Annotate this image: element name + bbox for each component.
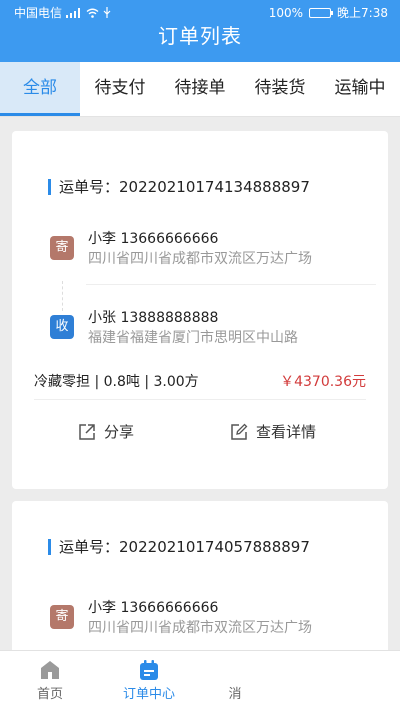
sender-address: 四川省四川省成都市双流区万达广场 bbox=[88, 251, 312, 267]
waybill-accent-bar bbox=[48, 538, 51, 555]
edit-icon bbox=[231, 423, 248, 440]
view-details-button[interactable]: 查看详情 bbox=[230, 421, 316, 442]
order-card[interactable]: 运单号： 20220210174134888897 寄 小李 136666666… bbox=[12, 131, 388, 489]
receiver-info: 收 小张 13888888888 福建省福建省厦门市思明区中山路 bbox=[50, 307, 380, 349]
divider bbox=[86, 284, 376, 285]
nav-order-center[interactable]: 订单中心 bbox=[104, 659, 194, 702]
waybill-row: 运单号： 20220210174134888897 bbox=[48, 176, 310, 197]
nav-order-center-label: 订单中心 bbox=[122, 687, 175, 702]
sender-name-phone: 小李 13666666666 bbox=[88, 231, 219, 247]
calendar-icon bbox=[140, 660, 158, 680]
nav-messages[interactable]: 消 bbox=[220, 659, 250, 702]
carrier-label: 中国电信 bbox=[14, 6, 63, 20]
share-icon bbox=[79, 423, 95, 440]
cargo-summary: 冷藏零担 | 0.8吨 | 3.00方 bbox=[34, 374, 199, 390]
battery-percent: 100% bbox=[268, 5, 304, 20]
waybill-row: 运单号： 20220210174057888897 bbox=[48, 536, 310, 557]
sender-badge: 寄 bbox=[50, 236, 74, 260]
tab-in-transit[interactable]: 运输中 bbox=[320, 62, 400, 116]
order-status-tabs: 全部 待支付 待接单 待装货 运输中 bbox=[0, 62, 400, 117]
view-details-label: 查看详情 bbox=[256, 423, 317, 441]
share-label: 分享 bbox=[104, 423, 135, 441]
nav-messages-label: 消 bbox=[228, 687, 242, 702]
tab-all[interactable]: 全部 bbox=[0, 62, 80, 116]
waybill-number: 20220210174057888897 bbox=[119, 537, 310, 556]
waybill-accent-bar bbox=[48, 178, 51, 195]
waybill-number: 20220210174134888897 bbox=[119, 177, 310, 196]
sender-badge: 寄 bbox=[50, 605, 74, 629]
receiver-badge: 收 bbox=[50, 315, 74, 339]
share-button[interactable]: 分享 bbox=[78, 421, 134, 442]
receiver-name-phone: 小张 13888888888 bbox=[88, 310, 219, 326]
sender-address: 四川省四川省成都市双流区万达广场 bbox=[88, 620, 312, 636]
nav-home-label: 首页 bbox=[36, 687, 63, 702]
nav-home[interactable]: 首页 bbox=[5, 659, 95, 702]
order-list[interactable]: 运单号： 20220210174134888897 寄 小李 136666666… bbox=[0, 117, 400, 650]
wifi-icon bbox=[86, 8, 99, 18]
receiver-address: 福建省福建省厦门市思明区中山路 bbox=[88, 330, 298, 346]
tab-pending-payment[interactable]: 待支付 bbox=[80, 62, 160, 116]
battery-icon bbox=[309, 7, 334, 18]
sender-info: 寄 小李 13666666666 四川省四川省成都市双流区万达广场 bbox=[50, 228, 380, 270]
tab-pending-loading[interactable]: 待装货 bbox=[240, 62, 320, 116]
page-title: 订单列表 bbox=[158, 24, 242, 48]
sender-name-phone: 小李 13666666666 bbox=[88, 600, 219, 616]
waybill-label: 运单号： bbox=[59, 178, 120, 196]
status-bar: 中国电信 100% 晚上7:38 bbox=[0, 0, 400, 22]
app-header: 中国电信 100% 晚上7:38 订单列表 bbox=[0, 0, 400, 62]
order-card[interactable]: 运单号： 20220210174057888897 寄 小李 136666666… bbox=[12, 501, 388, 650]
tab-pending-acceptance[interactable]: 待接单 bbox=[160, 62, 240, 116]
order-actions: 分享 查看详情 bbox=[12, 421, 388, 451]
sender-info: 寄 小李 13666666666 四川省四川省成都市双流区万达广场 bbox=[50, 597, 380, 639]
usb-icon bbox=[103, 7, 111, 18]
signal-icon bbox=[66, 7, 81, 18]
waybill-label: 运单号： bbox=[59, 538, 120, 556]
order-price: ￥4370.36元 bbox=[280, 374, 366, 390]
clock: 晚上7:38 bbox=[337, 6, 388, 20]
bottom-nav: 首页 订单中心 消 bbox=[0, 650, 400, 711]
message-icon bbox=[223, 659, 247, 681]
divider bbox=[34, 399, 366, 400]
home-icon bbox=[41, 661, 59, 679]
